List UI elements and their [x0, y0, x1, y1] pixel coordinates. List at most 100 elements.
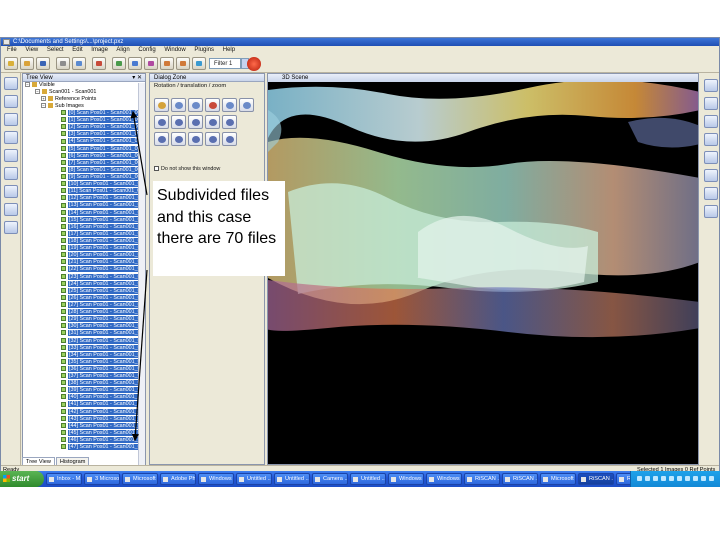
dont-show-checkbox[interactable]: Do not show this window — [154, 166, 220, 172]
tree-row[interactable]: [35] Scan Pos01 - Scan001_00035 — [61, 358, 141, 366]
tree-row[interactable]: [37] Scan Pos01 - Scan001_00037 — [61, 373, 141, 380]
tree-row[interactable]: [12] Scan Pos01 - Scan001_00012 — [61, 195, 141, 202]
move-icon[interactable] — [205, 98, 220, 112]
tree-row[interactable]: [21] Scan Pos01 - Scan001_00021 — [61, 259, 141, 266]
tree-vertical-scrollbar[interactable] — [138, 83, 145, 473]
tree-row[interactable]: [34] Scan Pos01 - Scan001_00034 — [61, 351, 141, 359]
mouse-ctrl-icon[interactable] — [154, 132, 169, 146]
tree-row[interactable]: [41] Scan Pos01 - Scan001_00041 — [61, 401, 141, 408]
tree-row[interactable]: [22] Scan Pos01 - Scan001_00022 — [61, 266, 141, 273]
tree-row[interactable]: [36] Scan Pos01 - Scan001_00036 — [61, 365, 141, 373]
tree-row[interactable]: [27] Scan Pos01 - Scan001_00027 — [61, 301, 141, 309]
shield-icon[interactable] — [701, 476, 706, 481]
tree-row[interactable]: [39] Scan Pos01 - Scan001_00039 — [61, 387, 141, 394]
tree-row[interactable]: [15] Scan Pos01 - Scan001_00015 — [61, 216, 141, 224]
tree-row[interactable]: [23] Scan Pos01 - Scan001_00023 — [61, 273, 141, 281]
mouse-shift-icon[interactable] — [171, 132, 186, 146]
view-top-icon[interactable] — [704, 133, 718, 146]
menu-select[interactable]: Select — [47, 47, 64, 53]
camera-icon[interactable] — [4, 167, 18, 180]
printer-icon[interactable] — [685, 476, 690, 481]
tree-row[interactable]: [9] Scan Pos01 - Scan001_00009 — [61, 173, 141, 181]
taskbar-item[interactable]: Microsoft ... — [122, 473, 158, 485]
taskbar-item[interactable]: Adobe Pho... — [160, 473, 196, 485]
rotate-icon[interactable] — [154, 98, 169, 112]
shield-icon[interactable] — [704, 187, 718, 200]
view-front-icon[interactable] — [704, 151, 718, 164]
reset-view-icon[interactable] — [239, 98, 254, 112]
filter-icon[interactable] — [192, 57, 206, 70]
taskbar-item[interactable]: Camera ... — [312, 473, 348, 485]
list-icon[interactable] — [4, 113, 18, 126]
menu-config[interactable]: Config — [138, 47, 155, 53]
tree-row[interactable]: [17] Scan Pos01 - Scan001_00017 — [61, 230, 141, 238]
menu-align[interactable]: Align — [116, 47, 129, 53]
record-icon[interactable] — [247, 57, 261, 71]
filter-select[interactable]: Filter 1 — [209, 58, 241, 69]
taskbar-item[interactable]: Untitled ... — [274, 473, 310, 485]
tree-row[interactable]: [40] Scan Pos01 - Scan001_00040 — [61, 394, 141, 401]
tree-row[interactable]: [20] Scan Pos01 - Scan001_00020 — [61, 252, 141, 259]
update-icon[interactable] — [661, 476, 666, 481]
zoom-out-icon[interactable] — [704, 97, 718, 110]
tree-row[interactable]: [4] Scan Pos01 - Scan001_00004 — [61, 138, 141, 145]
taskbar-item[interactable]: Inbox - M... — [46, 473, 82, 485]
mouse-wheel-icon[interactable] — [205, 115, 220, 129]
point-cloud-viewport[interactable] — [268, 82, 699, 465]
tree-row[interactable]: [28] Scan Pos01 - Scan001_00028 — [61, 309, 141, 316]
menu-help[interactable]: Help — [223, 47, 235, 53]
taskbar-item[interactable]: RiSCAN ... — [502, 473, 538, 485]
tree-row[interactable]: [47] Scan Pos01 - Scan001_00047 — [61, 444, 141, 451]
open-folder-icon[interactable] — [20, 57, 34, 70]
tree-row[interactable]: [13] Scan Pos01 - Scan001_00013 — [61, 202, 141, 209]
zoom-in-icon[interactable] — [704, 79, 718, 92]
select-icon[interactable] — [112, 57, 126, 70]
tree-row[interactable]: [3] Scan Pos01 - Scan001_00003 — [61, 131, 141, 138]
taskbar-item[interactable]: Untitled ... — [236, 473, 272, 485]
taskbar-item[interactable]: RiSCAN ... — [464, 473, 500, 485]
tree-row[interactable]: [44] Scan Pos01 - Scan001_00044 — [61, 422, 141, 430]
tree-row[interactable]: [46] Scan Pos01 - Scan001_00046 — [61, 437, 141, 444]
title-bar[interactable]: C:\Documents and Settings\...\project.px… — [1, 38, 719, 46]
menu-plugins[interactable]: Plugins — [194, 47, 214, 53]
tree-row[interactable]: [0] Scan Pos01 - Scan001_00000 — [61, 110, 141, 117]
tree-row[interactable]: [5] Scan Pos01 - Scan001_00005 — [61, 145, 141, 153]
target-icon[interactable] — [4, 185, 18, 198]
tree-row[interactable]: [42] Scan Pos01 - Scan001_00042 — [61, 408, 141, 416]
cube-icon[interactable] — [4, 221, 18, 234]
grid-icon[interactable] — [4, 131, 18, 144]
taskbar-item[interactable]: 3 Microsoft ... — [84, 473, 120, 485]
network-icon[interactable] — [637, 476, 642, 481]
scan-icon[interactable] — [4, 95, 18, 108]
globe-icon[interactable] — [4, 77, 18, 90]
view-side-icon[interactable] — [704, 169, 718, 182]
close-icon[interactable]: ▾ ✕ — [132, 74, 142, 82]
tree-row[interactable]: [43] Scan Pos01 - Scan001_00043 — [61, 415, 141, 423]
tree-row[interactable]: [18] Scan Pos01 - Scan001_00018 — [61, 237, 141, 245]
tree-row[interactable]: [19] Scan Pos01 - Scan001_00019 — [61, 245, 141, 252]
zoom-in-icon[interactable] — [222, 98, 237, 112]
start-button[interactable]: start — [0, 471, 44, 487]
save-icon[interactable] — [36, 57, 50, 70]
mouse-middle-icon[interactable] — [171, 115, 186, 129]
mouse-right-icon[interactable] — [188, 115, 203, 129]
mouse-alt-icon[interactable] — [188, 132, 203, 146]
tree-row[interactable]: [32] Scan Pos01 - Scan001_00032 — [61, 337, 141, 345]
menu-edit[interactable]: Edit — [72, 47, 82, 53]
menu-file[interactable]: File — [7, 47, 17, 53]
checkbox-icon[interactable] — [154, 166, 159, 172]
taskbar-item[interactable]: Windows ... — [198, 473, 234, 485]
tree-row[interactable]: [7] Scan Pos01 - Scan001_00007 — [61, 159, 141, 167]
taskbar-item[interactable]: Windows ... — [388, 473, 424, 485]
tree-row[interactable]: [10] Scan Pos01 - Scan001_00010 — [61, 181, 141, 188]
clock-icon[interactable] — [709, 476, 714, 481]
tree-row[interactable]: [16] Scan Pos01 - Scan001_00016 — [61, 223, 141, 231]
tools-icon[interactable] — [4, 203, 18, 216]
taskbar-item[interactable]: Windows ... — [426, 473, 462, 485]
tree-row[interactable]: [14] Scan Pos01 - Scan001_00014 — [61, 209, 141, 217]
zoom-icon[interactable] — [188, 98, 203, 112]
paint-icon[interactable] — [144, 57, 158, 70]
menu-image[interactable]: Image — [91, 47, 108, 53]
lasso-icon[interactable] — [128, 57, 142, 70]
tree-row[interactable]: [33] Scan Pos01 - Scan001_00033 — [61, 344, 141, 352]
